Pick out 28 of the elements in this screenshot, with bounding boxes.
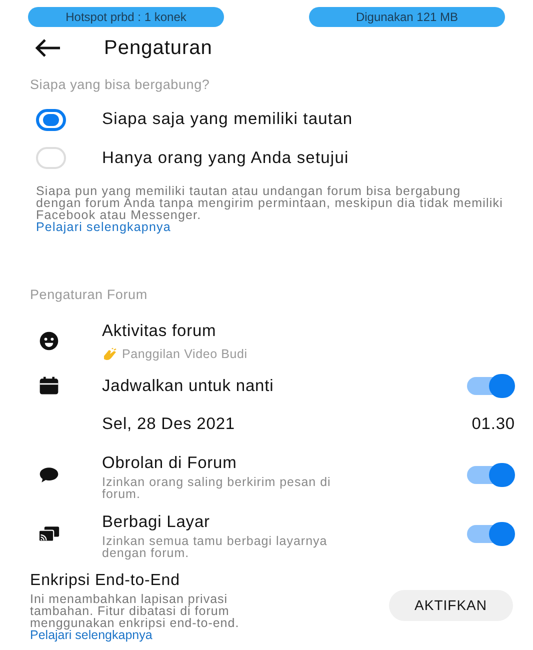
section-label: Pengaturan Forum <box>29 286 148 304</box>
data-usage-status: Digunakan 121 MB <box>309 7 505 27</box>
learn-more-link[interactable]: Pelajari selengkapnya <box>36 220 171 234</box>
description-text: Siapa pun yang memiliki tautan atau undangan forum bisa bergabung dengan forum Anda tanpa mengirim permintaan, meskipun dia tidak memiliki Facebook atau Messenger. <box>36 184 504 221</box>
setting-title: Berbagi Layar <box>102 512 211 533</box>
setting-title: Aktivitas forum <box>102 321 218 342</box>
encryption-title: Enkripsi End-to-End <box>30 570 181 590</box>
toggle-switch[interactable] <box>467 374 515 398</box>
radio-option[interactable]: Hanya orang yang Anda setujui <box>0 146 533 171</box>
setting-subtitle: Izinkan semua tamu berbagi layarnya dengan forum. <box>102 534 328 558</box>
schedule-time[interactable]: 01.30 <box>472 412 515 437</box>
toggle-switch[interactable] <box>467 522 515 546</box>
schedule-date[interactable]: Sel, 28 Des 2021 <box>102 412 472 437</box>
page-title: Pengaturan <box>104 36 212 61</box>
activate-button[interactable]: AKTIFKAN <box>388 590 513 620</box>
setting-subtitle: Panggilan Video Budi <box>122 346 248 363</box>
radio-option[interactable]: Siapa saja yang memiliki tautan <box>0 107 533 132</box>
calendar-icon <box>38 374 60 397</box>
encryption-description: Ini menambahkan lapisan privasi tambahan. Fitur dibatasi di forum menggunakan enkripsi end-to-end. <box>30 592 240 628</box>
smiley-icon <box>38 330 60 352</box>
setting-title: Jadwalkan untuk nanti <box>102 376 275 396</box>
setting-title: Obrolan di Forum <box>102 453 238 474</box>
section-label: Siapa yang bisa bergabung? <box>29 76 211 94</box>
toggle-switch[interactable] <box>467 463 515 488</box>
back-arrow-icon[interactable] <box>34 38 62 58</box>
hotspot-status: Hotspot prbd : 1 konek <box>28 7 224 27</box>
learn-more-link[interactable]: Pelajari selengkapnya <box>30 628 389 642</box>
setting-subtitle: Izinkan orang saling berkirim pesan di forum. <box>102 476 332 500</box>
